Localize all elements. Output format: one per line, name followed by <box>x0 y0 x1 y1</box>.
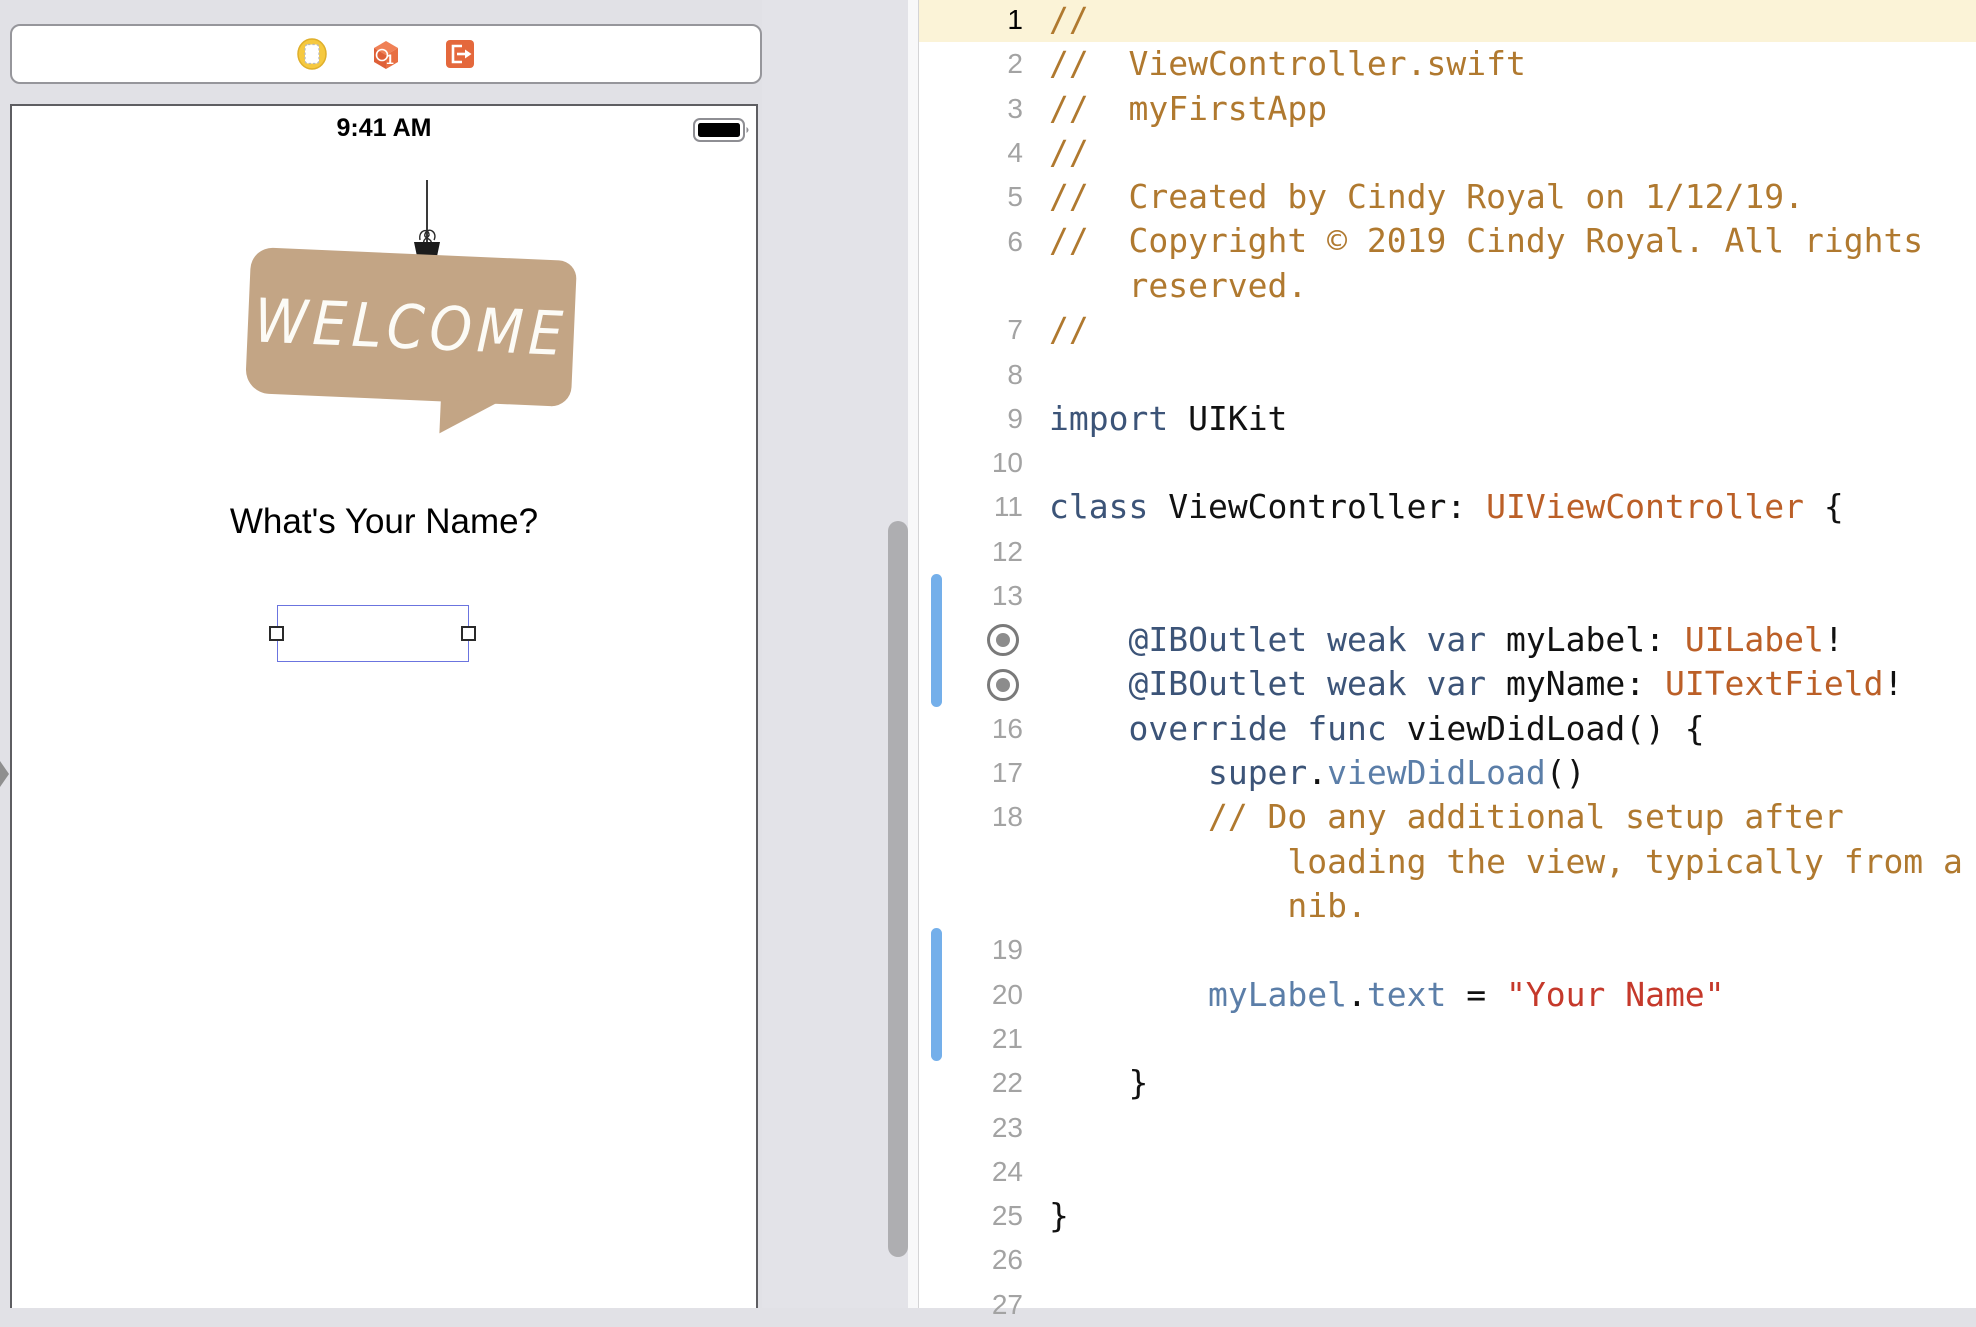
code-line[interactable]: 9 import UIKit <box>919 397 1976 441</box>
code-text: myLabel.text = "Your Name" <box>1049 973 1725 1017</box>
code-text: import UIKit <box>1049 397 1287 441</box>
line-number: 18 <box>919 801 1023 833</box>
line-number: 8 <box>919 359 1023 391</box>
code-text: // ViewController.swift <box>1049 42 1526 86</box>
selection-handle-left[interactable] <box>269 626 284 641</box>
line-number: 16 <box>919 713 1023 745</box>
line-number: 27 <box>919 1289 1023 1321</box>
code-rows[interactable]: 1 // 2 // ViewController.swift 3 // myFirstAp… <box>919 0 1976 1327</box>
line-number: 5 <box>919 181 1023 213</box>
code-line[interactable]: 24 <box>919 1150 1976 1194</box>
code-text: class ViewController: UIViewController { <box>1049 485 1844 529</box>
code-line[interactable]: 17 super.viewDidLoad() <box>919 751 1976 795</box>
code-line[interactable]: 4 // <box>919 131 1976 175</box>
scene-dock: 1 <box>10 24 762 84</box>
code-text: // Copyright © 2019 Cindy Royal. All rig… <box>1049 219 1923 263</box>
code-line[interactable]: 19 <box>919 928 1976 972</box>
scrollbar-thumb[interactable] <box>888 521 908 1257</box>
line-number: 1 <box>919 4 1023 36</box>
status-bar-time: 9:41 AM <box>12 114 756 143</box>
code-text: // myFirstApp <box>1049 87 1327 131</box>
code-text: // <box>1049 0 1089 42</box>
line-number: 9 <box>919 403 1023 435</box>
code-line[interactable]: 22 } <box>919 1061 1976 1105</box>
code-line[interactable]: 10 <box>919 441 1976 485</box>
first-responder-icon[interactable]: 1 <box>370 38 402 70</box>
code-text: // <box>1049 308 1089 352</box>
line-number: 12 <box>919 536 1023 568</box>
code-line[interactable]: 21 <box>919 1017 1976 1061</box>
code-text: } <box>1049 1194 1069 1238</box>
line-number: 17 <box>919 757 1023 789</box>
code-text: loading the view, typically from a <box>1049 840 1963 884</box>
code-line[interactable]: 3 // myFirstApp <box>919 87 1976 131</box>
code-line[interactable]: 7 // <box>919 308 1976 352</box>
storyboard-panel: 1 9:41 AM <box>0 0 762 1308</box>
code-line[interactable]: 20 myLabel.text = "Your Name" <box>919 973 1976 1017</box>
code-text: super.viewDidLoad() <box>1049 751 1585 795</box>
line-number: 4 <box>919 137 1023 169</box>
change-bar <box>931 928 942 1061</box>
code-text: // Created by Cindy Royal on 1/12/19. <box>1049 175 1804 219</box>
code-line[interactable]: 12 <box>919 530 1976 574</box>
code-text: // <box>1049 131 1089 175</box>
code-line[interactable]: nib. <box>919 884 1976 928</box>
code-line[interactable]: 5 // Created by Cindy Royal on 1/12/19. <box>919 175 1976 219</box>
code-line[interactable]: 11 class ViewController: UIViewController… <box>919 485 1976 529</box>
code-line[interactable]: 26 <box>919 1238 1976 1282</box>
line-number: 23 <box>919 1112 1023 1144</box>
code-line[interactable]: 16 override func viewDidLoad() { <box>919 707 1976 751</box>
svg-text:1: 1 <box>386 51 394 67</box>
canvas-edge-arrow-icon[interactable] <box>0 761 9 787</box>
line-number: 22 <box>919 1067 1023 1099</box>
code-line[interactable]: 23 <box>919 1105 1976 1149</box>
view-controller-icon[interactable] <box>296 38 328 70</box>
code-line[interactable]: 1 // <box>919 0 1976 42</box>
code-line[interactable]: @IBOutlet weak var myLabel: UILabel! <box>919 618 1976 662</box>
name-text-field[interactable] <box>277 605 469 662</box>
panel-divider <box>762 0 918 1308</box>
line-number: 6 <box>919 226 1023 258</box>
code-line[interactable]: 8 <box>919 352 1976 396</box>
code-line[interactable]: reserved. <box>919 264 1976 308</box>
line-number: 25 <box>919 1200 1023 1232</box>
code-text: // Do any additional setup after <box>1049 795 1844 839</box>
code-line[interactable]: 25} <box>919 1194 1976 1238</box>
code-line[interactable]: 13 <box>919 574 1976 618</box>
code-line[interactable]: 6 // Copyright © 2019 Cindy Royal. All ri… <box>919 219 1976 263</box>
phone-canvas: 9:41 AM WELCOME What's Your Name? <box>10 104 758 1308</box>
line-number: 10 <box>919 447 1023 479</box>
name-question-label[interactable]: What's Your Name? <box>12 502 756 542</box>
line-number: 11 <box>919 491 1023 523</box>
line-number: 3 <box>919 93 1023 125</box>
code-text: reserved. <box>1049 264 1307 308</box>
code-text: @IBOutlet weak var myName: UITextField! <box>1049 662 1903 706</box>
code-text: } <box>1049 1061 1148 1105</box>
code-line[interactable]: 2 // ViewController.swift <box>919 42 1976 86</box>
line-number: 2 <box>919 48 1023 80</box>
code-line[interactable]: 18 // Do any additional setup after <box>919 795 1976 839</box>
code-text: override func viewDidLoad() { <box>1049 707 1705 751</box>
exit-icon[interactable] <box>444 38 476 70</box>
code-line[interactable]: loading the view, typically from a <box>919 840 1976 884</box>
code-text: nib. <box>1049 884 1367 928</box>
source-editor[interactable]: 1 // 2 // ViewController.swift 3 // myFirstAp… <box>918 0 1976 1308</box>
code-text: @IBOutlet weak var myLabel: UILabel! <box>1049 618 1844 662</box>
scrollbar-track <box>908 0 918 1308</box>
change-bar <box>931 574 942 707</box>
code-line[interactable]: @IBOutlet weak var myName: UITextField! <box>919 662 1976 706</box>
welcome-image-text: WELCOME <box>253 285 569 369</box>
line-number: 24 <box>919 1156 1023 1188</box>
selection-handle-right[interactable] <box>461 626 476 641</box>
line-number: 7 <box>919 314 1023 346</box>
line-number: 26 <box>919 1244 1023 1276</box>
code-line[interactable]: 27 <box>919 1283 1976 1327</box>
battery-icon <box>693 118 753 149</box>
welcome-image[interactable]: WELCOME <box>245 247 577 407</box>
